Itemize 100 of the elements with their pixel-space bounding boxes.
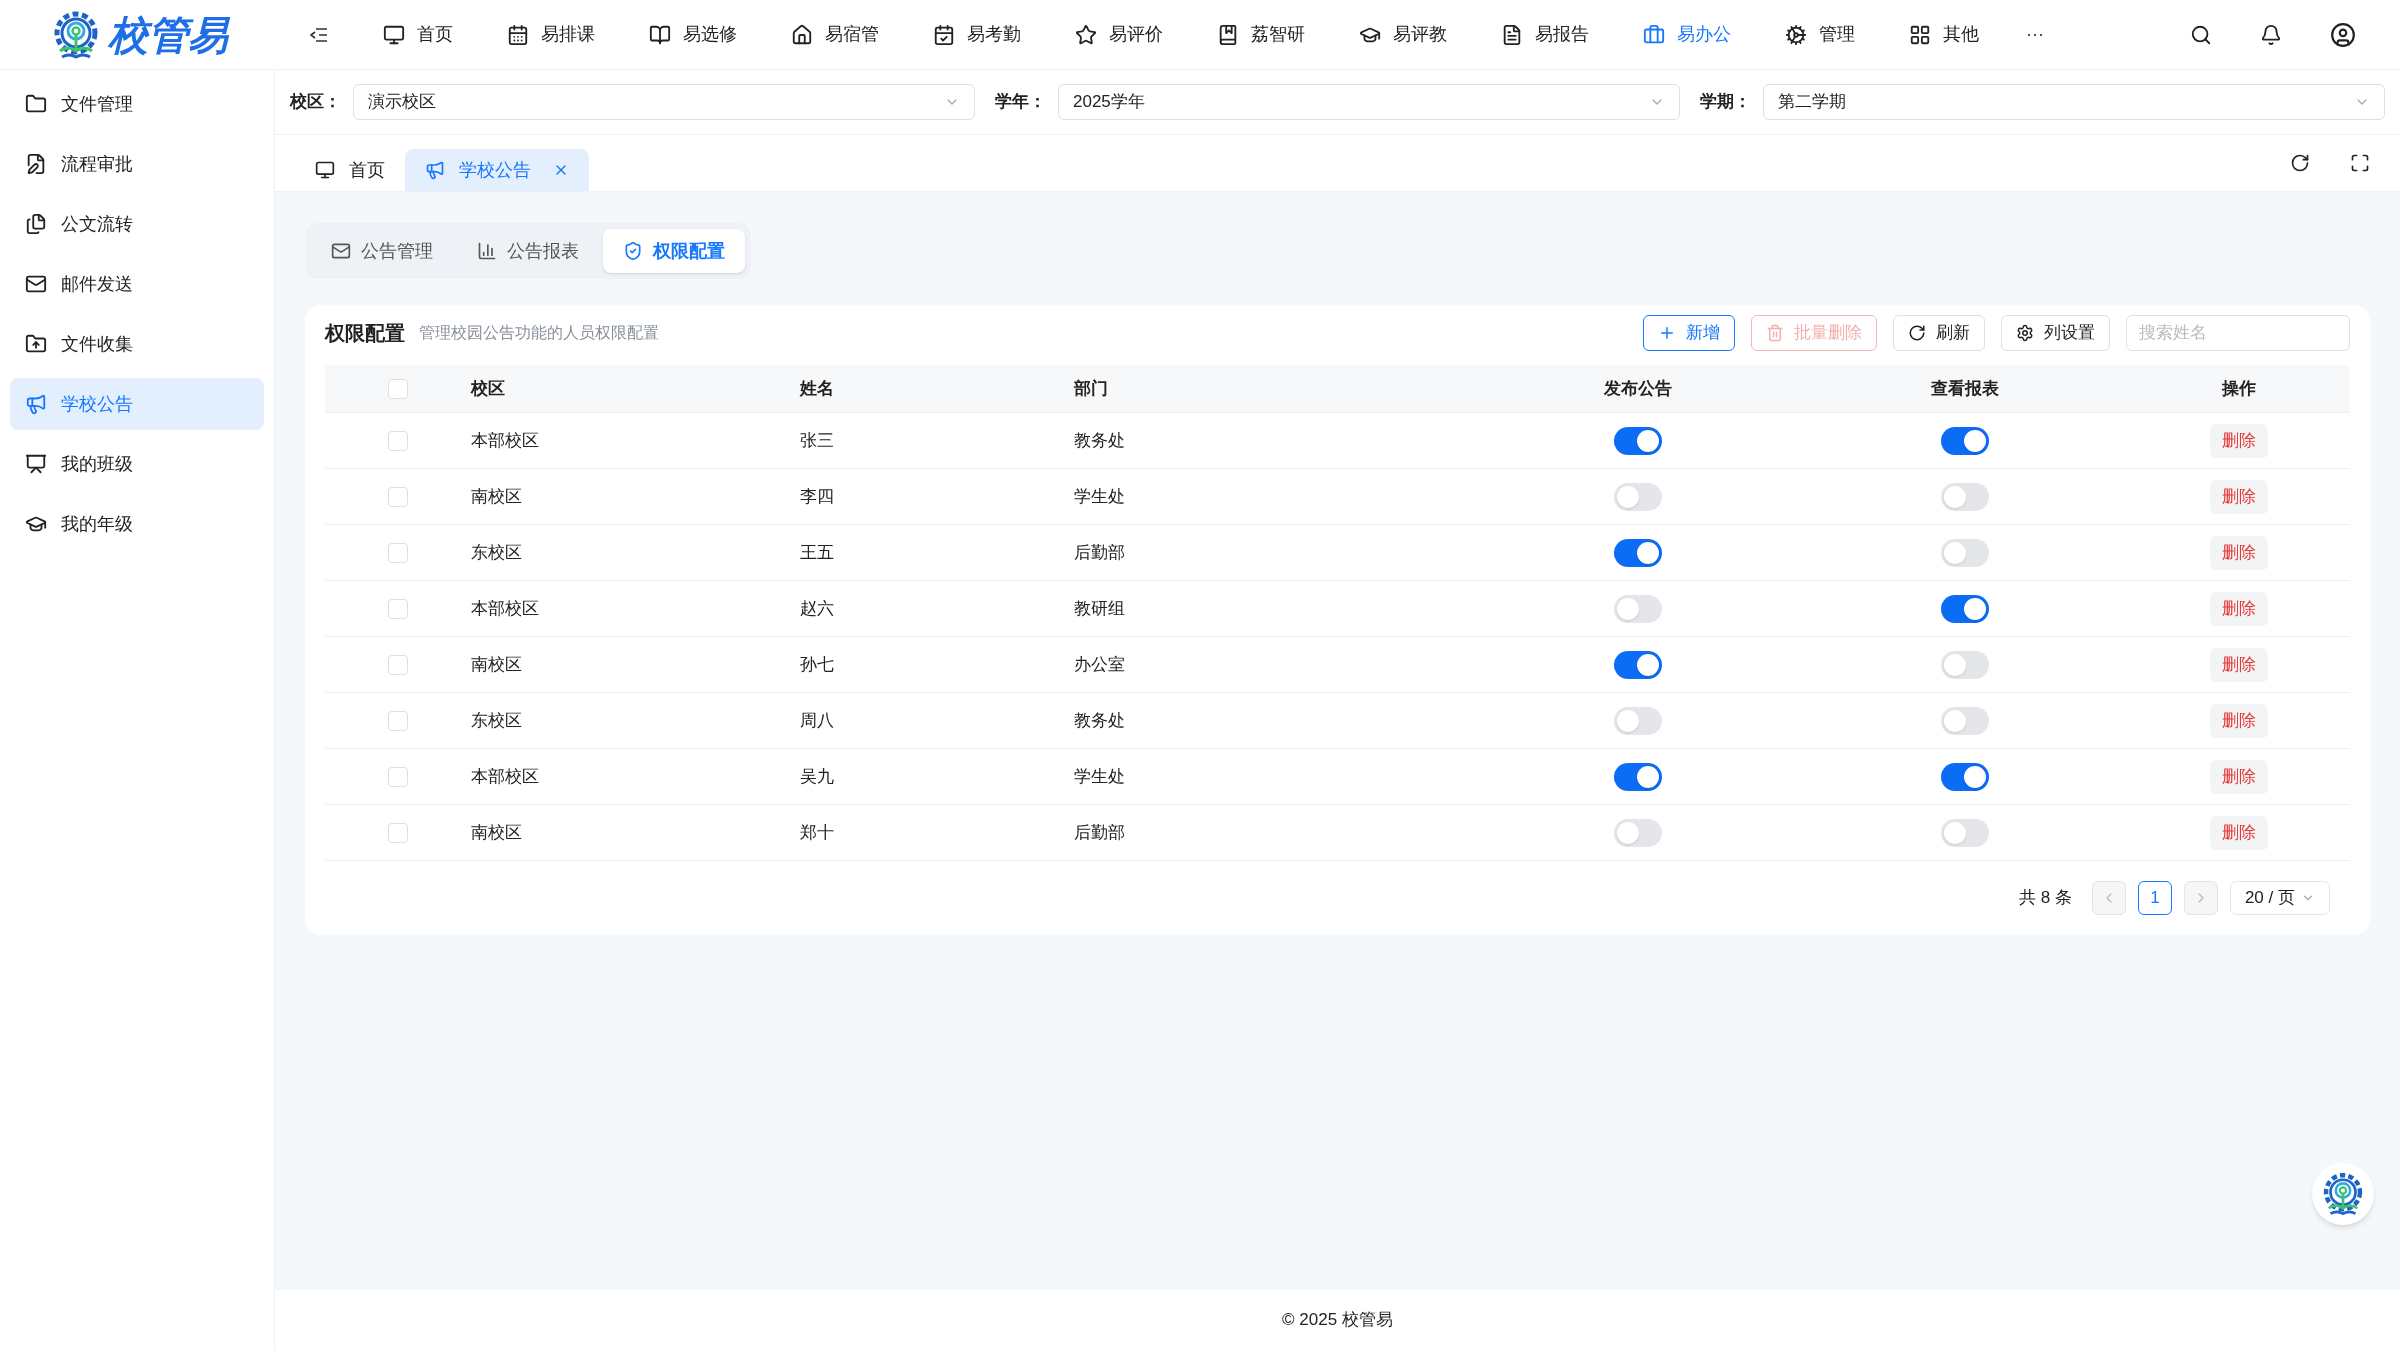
column-header: 操作 (2222, 377, 2256, 400)
select-field[interactable]: 第二学期 (1763, 84, 2385, 120)
toolbar-button[interactable]: 新增 (1643, 315, 1735, 351)
table-cell-text: 教研组 (1074, 597, 1125, 620)
sidebar-item[interactable]: 我的班级 (10, 438, 264, 490)
toggle-switch[interactable] (1941, 482, 1989, 511)
delete-button[interactable]: 删除 (2210, 535, 2268, 570)
nav-item[interactable]: 易考勤 (908, 12, 1046, 57)
delete-button[interactable]: 删除 (2210, 591, 2268, 626)
collapse-menu-icon[interactable] (310, 26, 328, 43)
chart-icon (477, 241, 497, 261)
nav-item[interactable]: 易报告 (1476, 12, 1614, 57)
toggle-switch[interactable] (1614, 538, 1662, 567)
table-cell-text: 南校区 (471, 653, 522, 676)
search-icon[interactable] (2190, 23, 2212, 46)
select-field[interactable]: 2025学年 (1058, 84, 1680, 120)
nav-item[interactable]: 易宿管 (766, 12, 904, 57)
refresh-icon[interactable] (2290, 153, 2310, 173)
user-icon[interactable] (2330, 21, 2356, 48)
nav-item[interactable]: 荔智研 (1192, 12, 1330, 57)
toggle-switch[interactable] (1614, 426, 1662, 455)
column-header: 姓名 (800, 378, 834, 398)
sidebar-item[interactable]: 学校公告 (10, 378, 264, 430)
table-cell-text: 张三 (800, 429, 834, 452)
toggle-switch[interactable] (1614, 650, 1662, 679)
toggle-switch[interactable] (1614, 762, 1662, 791)
checkbox[interactable] (388, 822, 408, 843)
checkbox[interactable] (388, 542, 408, 563)
toggle-switch[interactable] (1614, 594, 1662, 623)
search-field[interactable]: 搜索姓名 (2126, 315, 2350, 351)
bell-icon[interactable] (2260, 23, 2282, 46)
file-edit-icon (25, 153, 47, 175)
checkbox[interactable] (388, 486, 408, 507)
delete-button[interactable]: 删除 (2210, 423, 2268, 458)
board-icon (25, 453, 47, 475)
delete-button[interactable]: 删除 (2210, 759, 2268, 794)
toggle-switch[interactable] (1614, 706, 1662, 735)
nav-item[interactable]: 易选修 (624, 12, 762, 57)
table-cell-text: 教务处 (1074, 709, 1125, 732)
nav-item[interactable]: 易评教 (1334, 12, 1472, 57)
megaphone-icon (25, 393, 47, 415)
delete-button[interactable]: 删除 (2210, 703, 2268, 738)
sidebar-item[interactable]: 公文流转 (10, 198, 264, 250)
toggle-switch[interactable] (1941, 706, 1989, 735)
nav-item[interactable]: 管理 (1760, 12, 1880, 57)
filter-label: 学期： (1700, 91, 1751, 114)
page-button[interactable]: 1 (2137, 881, 2172, 915)
house-icon (791, 23, 813, 46)
checkbox[interactable] (388, 710, 408, 731)
nav-item[interactable]: 首页 (358, 12, 478, 57)
toggle-switch[interactable] (1614, 482, 1662, 511)
nav-item[interactable]: 易办公 (1618, 12, 1756, 57)
toggle-switch[interactable] (1941, 538, 1989, 567)
nav-item[interactable]: 易排课 (482, 12, 620, 57)
delete-button[interactable]: 删除 (2210, 815, 2268, 850)
shield-icon (623, 241, 643, 261)
toolbar-button[interactable]: 列设置 (2001, 315, 2110, 351)
toggle-switch[interactable] (1941, 650, 1989, 679)
grid-icon (1909, 23, 1931, 46)
checkbox[interactable] (388, 654, 408, 675)
toggle-switch[interactable] (1941, 426, 1989, 455)
table-cell-text: 李四 (800, 485, 834, 508)
more-button[interactable]: ··· (2008, 21, 2062, 48)
sidebar-item[interactable]: 文件管理 (10, 78, 264, 130)
page-size-select[interactable]: 20 / 页 (2229, 881, 2330, 915)
sidebar-item[interactable]: 我的年级 (10, 498, 264, 550)
select-field[interactable]: 演示校区 (353, 84, 975, 120)
sidebar-item[interactable]: 邮件发送 (10, 258, 264, 310)
sub-tab[interactable]: 公告管理 (311, 229, 453, 273)
toggle-switch[interactable] (1941, 594, 1989, 623)
table-cell-text: 周八 (800, 709, 834, 732)
sidebar-item[interactable]: 文件收集 (10, 318, 264, 370)
megaphone-icon (425, 160, 445, 180)
toggle-switch[interactable] (1941, 818, 1989, 847)
sub-tab[interactable]: 权限配置 (603, 229, 745, 273)
total-count: 共 8 条 (2019, 887, 2072, 910)
checkbox[interactable] (388, 430, 408, 451)
nav-item[interactable]: 其他 (1884, 12, 2004, 57)
table-cell-text: 本部校区 (471, 429, 539, 452)
plus-icon (1658, 324, 1676, 342)
table-cell-text: 东校区 (471, 541, 522, 564)
checkbox[interactable] (388, 766, 408, 787)
table-cell-text: 学生处 (1074, 765, 1125, 788)
page-tab[interactable]: 首页 (295, 149, 405, 191)
bookmark-icon (1217, 23, 1239, 46)
delete-button[interactable]: 删除 (2210, 479, 2268, 514)
nav-item[interactable]: 易评价 (1050, 12, 1188, 57)
table-cell-text: 郑十 (800, 821, 834, 844)
sidebar-item[interactable]: 流程审批 (10, 138, 264, 190)
sub-tab[interactable]: 公告报表 (457, 229, 599, 273)
delete-button[interactable]: 删除 (2210, 647, 2268, 682)
checkbox[interactable] (388, 598, 408, 619)
footer-text: © 2025 校管易 (1282, 1309, 1393, 1332)
toggle-switch[interactable] (1941, 762, 1989, 791)
page-tab[interactable]: 学校公告 (405, 149, 589, 191)
toggle-switch[interactable] (1614, 818, 1662, 847)
toolbar-button[interactable]: 刷新 (1893, 315, 1985, 351)
assistant-button[interactable] (2312, 1163, 2374, 1225)
fullscreen-icon[interactable] (2350, 153, 2370, 173)
checkbox[interactable] (388, 378, 408, 399)
